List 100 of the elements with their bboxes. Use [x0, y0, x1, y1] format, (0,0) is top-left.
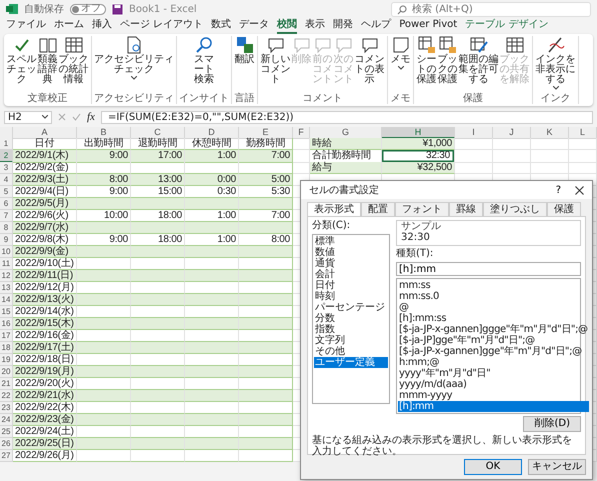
insert-function-button[interactable]: fx [87, 111, 95, 123]
row-header[interactable]: 24 [0, 414, 13, 426]
list-item[interactable]: 日付 [314, 280, 388, 291]
list-item[interactable]: h:mm;@ [398, 357, 589, 368]
column-header[interactable]: I [455, 127, 493, 139]
row-header[interactable]: 22 [0, 390, 13, 402]
ribbon-button[interactable]: メモ [390, 36, 411, 93]
row-header[interactable]: 9 [0, 234, 13, 246]
dialog-tab[interactable]: 保護 [547, 202, 581, 216]
row-header[interactable]: 15 [0, 306, 13, 318]
list-item[interactable]: [h]:mm [398, 401, 589, 412]
row-header[interactable]: 5 [0, 186, 13, 198]
row-header[interactable]: 20 [0, 366, 13, 378]
menu-tab[interactable]: ページ レイアウト [120, 18, 204, 34]
name-box[interactable]: H2 [4, 110, 52, 124]
row-header[interactable]: 14 [0, 294, 13, 306]
formula-field[interactable]: =IF(SUM(E2:E32)=0,"",SUM(E2:E32)) [100, 110, 593, 124]
list-item[interactable]: 標準 [314, 236, 388, 247]
type-input-field[interactable]: [h]:mm [396, 262, 581, 276]
menu-tab[interactable]: 開発 [333, 18, 354, 34]
list-item[interactable]: [h]:mm:ss [398, 313, 589, 324]
row-header[interactable]: 1 [0, 138, 13, 150]
ribbon-button[interactable]: スマート検索 [194, 36, 214, 93]
menu-tab[interactable]: データ [239, 18, 270, 34]
ribbon-button[interactable]: 類義語辞典 [37, 36, 58, 93]
menu-tab[interactable]: 数式 [211, 18, 232, 34]
dialog-tab[interactable]: 配置 [361, 202, 395, 216]
list-item[interactable]: 指数 [314, 324, 388, 335]
ribbon-button[interactable]: アクセシビリティチェック [94, 36, 174, 93]
column-header[interactable]: J [493, 127, 531, 139]
list-item[interactable]: 通貨 [314, 258, 388, 269]
column-header[interactable]: L [569, 127, 597, 139]
menu-tab[interactable]: Power Pivot [399, 18, 458, 34]
list-item[interactable]: [$-ja-JP-x-gannen]ggge"年"m"月"d"日";@ [398, 324, 589, 335]
ribbon-button[interactable]: スペルチェック [6, 36, 37, 93]
search-field[interactable]: 検索 (Alt+Q) [391, 2, 591, 16]
row-header[interactable]: 8 [0, 222, 13, 234]
row-header[interactable]: 10 [0, 246, 13, 258]
row-header[interactable]: 11 [0, 258, 13, 270]
list-item[interactable]: 時刻 [314, 291, 388, 302]
row-header[interactable]: 16 [0, 318, 13, 330]
column-header[interactable]: A [13, 127, 77, 139]
dialog-tab[interactable]: 塗りつぶし [483, 202, 547, 216]
row-header[interactable]: 2 [0, 150, 13, 163]
ribbon-button[interactable]: シートの保護 [416, 36, 437, 93]
help-button[interactable]: ? [556, 184, 561, 196]
list-item[interactable]: mm:ss [398, 280, 589, 291]
ribbon-button[interactable]: 新しいコメント [260, 36, 291, 93]
select-all-corner[interactable] [0, 127, 13, 139]
row-header[interactable]: 7 [0, 210, 13, 222]
column-header[interactable]: H [382, 127, 455, 139]
cancel-icon[interactable] [58, 113, 66, 121]
row-header[interactable]: 19 [0, 354, 13, 366]
ribbon-button[interactable]: コメントの表示 [354, 36, 385, 93]
column-header[interactable]: C [131, 127, 185, 139]
list-item[interactable]: 文字列 [314, 335, 388, 346]
column-header[interactable]: G [310, 127, 382, 139]
menu-tab[interactable]: ヘルプ [361, 18, 392, 34]
delete-button[interactable]: 削除(D) [523, 416, 581, 432]
row-header[interactable]: 27 [0, 450, 13, 462]
row-header[interactable]: 25 [0, 426, 13, 438]
row-header[interactable]: 26 [0, 438, 13, 450]
ok-button[interactable]: OK [464, 459, 522, 475]
column-header[interactable]: K [531, 127, 569, 139]
menu-tab[interactable]: ホーム [54, 18, 84, 34]
list-item[interactable]: ユーザー定義 [314, 357, 388, 368]
menu-tab[interactable]: ファイル [6, 18, 46, 34]
row-header[interactable]: 23 [0, 402, 13, 414]
ribbon-button[interactable]: ブックの統計情報 [58, 36, 89, 93]
list-item[interactable]: yyyy/m/d(aaa) [398, 379, 589, 390]
row-header[interactable]: 13 [0, 282, 13, 294]
row-header[interactable]: 6 [0, 198, 13, 210]
menu-tab[interactable]: テーブル デザイン [465, 18, 548, 34]
row-header[interactable]: 18 [0, 342, 13, 354]
row-header[interactable]: 4 [0, 174, 13, 186]
row-header[interactable]: 12 [0, 270, 13, 282]
list-item[interactable]: mm:ss.0 [398, 291, 589, 302]
column-header[interactable]: F [293, 127, 310, 139]
list-item[interactable]: @ [398, 302, 589, 313]
row-header[interactable]: 3 [0, 162, 13, 174]
dialog-tab[interactable]: フォント [395, 202, 449, 216]
dialog-tab[interactable]: 罫線 [449, 202, 483, 216]
column-header[interactable]: B [77, 127, 131, 139]
list-item[interactable]: パーセンテージ [314, 302, 388, 313]
list-item[interactable]: [$-ja-JP-x-gannen]gge"年"m"月"d"日";@ [398, 346, 589, 357]
row-header[interactable]: 17 [0, 330, 13, 342]
autosave-toggle[interactable]: オフ [70, 4, 106, 14]
close-icon[interactable] [575, 186, 584, 194]
column-header[interactable]: E [239, 127, 293, 139]
menu-tab[interactable]: 表示 [305, 18, 326, 34]
list-item[interactable]: 数値 [314, 247, 388, 258]
list-item[interactable]: 会計 [314, 269, 388, 280]
list-item[interactable]: yyyy"年"m"月"d"日" [398, 368, 589, 379]
cancel-button[interactable]: キャンセル [528, 459, 586, 475]
list-item[interactable]: その他 [314, 346, 388, 357]
column-header[interactable]: D [185, 127, 239, 139]
list-item[interactable]: mmm-yyyy [398, 390, 589, 401]
ribbon-button[interactable]: ブックの保護 [437, 36, 458, 93]
dialog-tab[interactable]: 表示形式 [307, 202, 361, 216]
ribbon-button[interactable]: 範囲の編集を許可する [458, 36, 499, 93]
